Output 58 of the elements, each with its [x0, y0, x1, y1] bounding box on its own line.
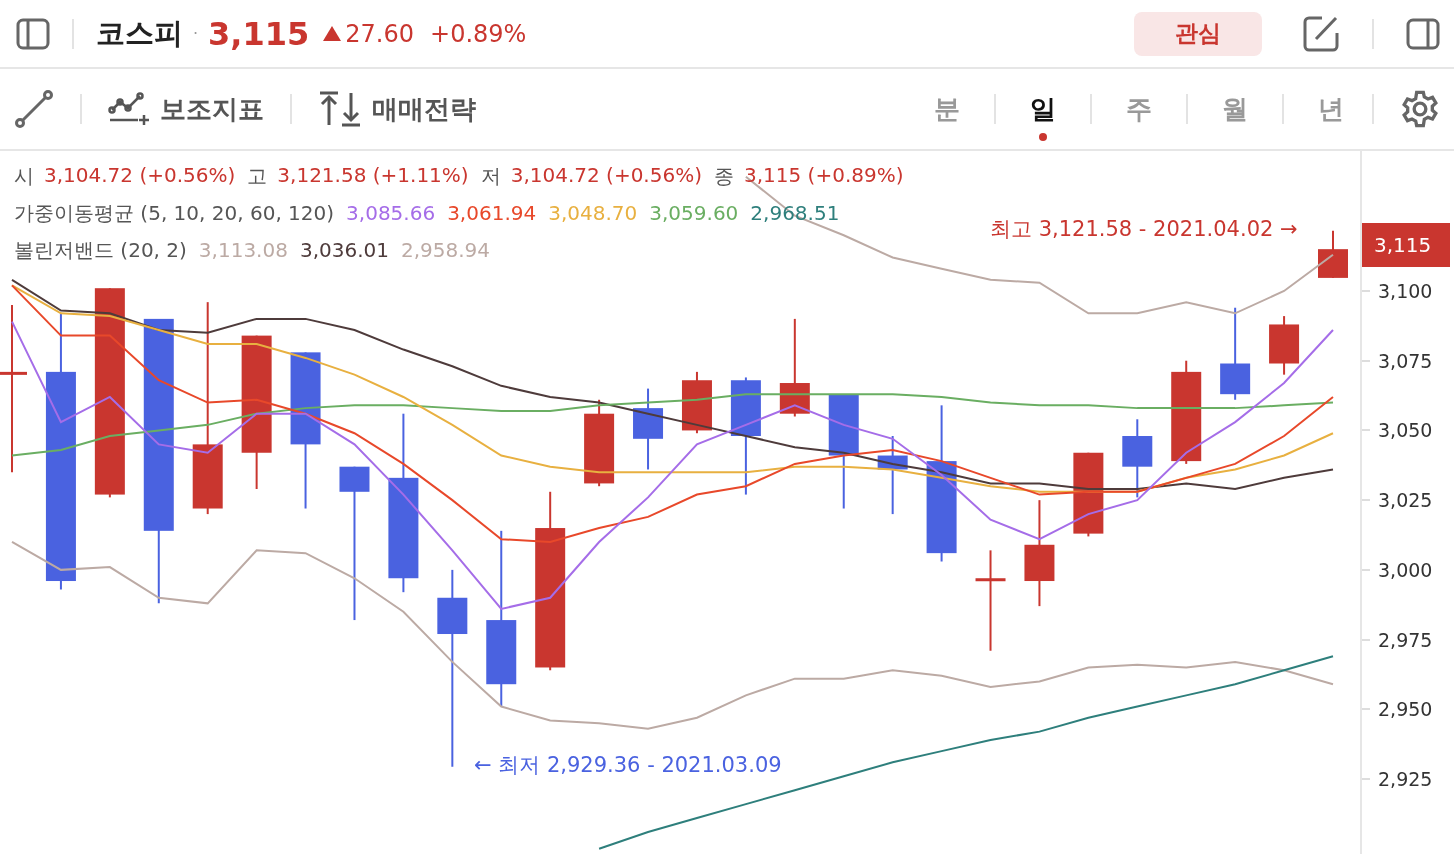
ohlc-label: 고: [247, 163, 268, 190]
panel-toggle-icon: [16, 17, 50, 50]
panel-toggle-button[interactable]: [1406, 17, 1440, 50]
indicator-value: 3,113.08: [198, 238, 288, 262]
candle: [1269, 315, 1300, 376]
indicator-value: 2,968.51: [750, 201, 840, 225]
ohlc-label: 시: [14, 163, 34, 190]
settings-button[interactable]: [1400, 89, 1440, 129]
indicator-value: 3,036.01: [299, 238, 389, 262]
candle: [681, 370, 712, 435]
selected-dot: [1039, 132, 1047, 141]
ohlc-value: 3,104.72 (+0.56%): [510, 163, 702, 189]
line-tool-icon: [14, 89, 54, 129]
toolbar-tool-button[interactable]: 보조지표: [108, 91, 264, 127]
ohlc-value: 3,115 (+0.89%): [744, 163, 904, 189]
period-tab[interactable]: 월: [1218, 91, 1252, 127]
axis-tick-label: 2,975: [1378, 628, 1433, 651]
high-price-label: 최고 3,121.58 - 2021.04.02 →: [990, 216, 1298, 243]
indicator-value: 3,048.70: [548, 201, 638, 225]
ohlc-value: 3,121.58 (+1.11%): [277, 163, 469, 189]
axis-tick-label: 3,100: [1378, 280, 1433, 302]
period-tab[interactable]: 일: [1026, 91, 1060, 127]
period-tab[interactable]: 분: [930, 91, 964, 127]
ohlc-label: 종: [714, 163, 734, 190]
settings-icon: [1400, 89, 1440, 129]
candle: [1318, 229, 1348, 279]
draw-line-button[interactable]: [14, 89, 54, 129]
period-tab[interactable]: 주: [1122, 91, 1156, 127]
indicator-value: 3,085.66: [346, 201, 436, 225]
separator-dot: ·: [193, 24, 199, 43]
indicator-value: 3,061.94: [447, 201, 537, 225]
price-change-percent: +0.89%: [430, 19, 527, 48]
indicator-label: 가중이동평균 (5, 10, 20, 60, 120): [14, 200, 335, 227]
current-price-badge: 3,115: [1362, 223, 1450, 267]
period-tab[interactable]: 년: [1314, 91, 1348, 127]
axis-tick-label: 3,000: [1378, 558, 1433, 581]
axis-tick-label: 3,050: [1378, 419, 1433, 442]
up-down-arrows-icon: [318, 91, 362, 127]
edit-button[interactable]: [1302, 14, 1340, 53]
axis-tick-label: 3,025: [1378, 489, 1433, 512]
panel-toggle-icon: [1406, 17, 1440, 50]
ohlc-value: 3,104.72 (+0.56%): [44, 163, 236, 189]
low-price-label: ← 최저 2,929.36 - 2021.03.09: [474, 752, 782, 779]
edit-icon: [1302, 14, 1340, 53]
sidebar-toggle-button[interactable]: [16, 17, 50, 50]
price-change: 27.60: [345, 19, 415, 48]
index-name: 코스피: [96, 14, 183, 52]
ohlc-label: 저: [480, 163, 501, 190]
chart-plus-icon: [108, 92, 150, 126]
indicator-value: 2,958.94: [401, 238, 491, 262]
watchlist-button[interactable]: 관심: [1134, 11, 1262, 56]
current-price: 3,115: [208, 14, 310, 53]
toolbar-tool-button[interactable]: 매매전략: [318, 91, 476, 127]
axis-tick-label: 2,925: [1378, 768, 1433, 790]
indicator-label: 볼린저밴드 (20, 2): [14, 237, 187, 264]
indicator-value: 3,059.60: [649, 201, 739, 225]
axis-tick-label: 3,075: [1378, 349, 1433, 372]
axis-tick-label: 2,950: [1378, 698, 1433, 721]
